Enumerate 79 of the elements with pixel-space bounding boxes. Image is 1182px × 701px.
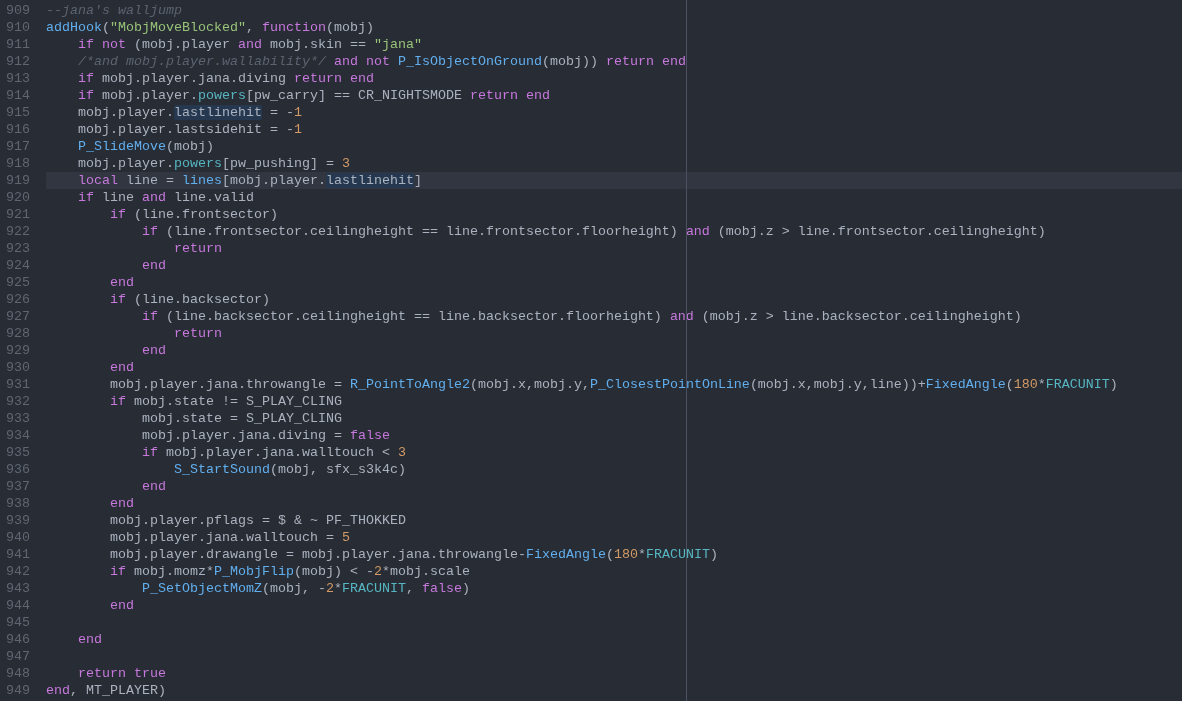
line-number: 914: [5, 87, 31, 104]
line-number: 920: [5, 189, 31, 206]
line-number: 928: [5, 325, 31, 342]
code-line: /*and mobj.player.wallability*/ and not P_IsObjectOnGround(mobj)) return end: [77, 53, 687, 70]
code-line: mobj.player.lastlinehit = -1: [77, 104, 303, 121]
code-line: P_SetObjectMomZ(mobj, -2*FRACUNIT, false): [140, 580, 471, 597]
line-number: 919: [5, 172, 31, 189]
code-line: end: [109, 274, 135, 291]
code-line: if mobj.player.jana.diving return end: [77, 70, 375, 87]
code-line: --jana's walljump: [46, 2, 183, 19]
line-number: 913: [5, 70, 31, 87]
line-number: 942: [5, 563, 31, 580]
line-number: 931: [5, 376, 31, 393]
line-number: 921: [5, 206, 31, 223]
line-number: 943: [5, 580, 31, 597]
line-number: 912: [5, 53, 31, 70]
code-line: mobj.state = S_PLAY_CLING: [140, 410, 343, 427]
line-number: 930: [5, 359, 31, 376]
code-line: mobj.player.drawangle = mobj.player.jana.throwangle-FixedAngle(180*FRACUNIT): [109, 546, 719, 563]
code-line: end: [140, 342, 167, 359]
line-number: 938: [5, 495, 31, 512]
code-line: mobj.player.jana.diving = false: [140, 427, 391, 444]
code-line: end: [109, 495, 135, 512]
code-line: return: [172, 240, 223, 257]
code-line: if not (mobj.player and mobj.skin == "jana": [77, 36, 423, 53]
line-number: 916: [5, 121, 31, 138]
code-line: return: [172, 325, 223, 342]
code-line: if (line.frontsector): [109, 206, 279, 223]
line-number: 910: [5, 19, 31, 36]
line-number: 944: [5, 597, 31, 614]
line-number: 925: [5, 274, 31, 291]
code-line: if mobj.momz*P_MobjFlip(mobj) < -2*mobj.scale: [109, 563, 471, 580]
line-number: 946: [5, 631, 31, 648]
line-number: 937: [5, 478, 31, 495]
code-line: end: [140, 478, 167, 495]
line-number: 940: [5, 529, 31, 546]
line-number: 936: [5, 461, 31, 478]
code-line: mobj.player.pflags = $ & ~ PF_THOKKED: [109, 512, 407, 529]
line-number: 949: [5, 682, 31, 699]
line-number: 941: [5, 546, 31, 563]
line-number: 927: [5, 308, 31, 325]
code-line: if line and line.valid: [77, 189, 255, 206]
code-line: P_SlideMove(mobj): [77, 138, 215, 155]
code-line: if (line.frontsector.ceilingheight == line.frontsector.floorheight) and (mobj.z > line.frontsector.ceilingheight): [140, 223, 1047, 240]
code-line: mobj.player.jana.walltouch = 5: [109, 529, 351, 546]
line-number: 948: [5, 665, 31, 682]
code-line: end, MT_PLAYER): [46, 682, 167, 699]
code-line: end: [77, 631, 103, 648]
code-line: end: [109, 359, 135, 376]
code-line: if mobj.player.jana.walltouch < 3: [140, 444, 407, 461]
line-number: 947: [5, 648, 31, 665]
line-number: 939: [5, 512, 31, 529]
code-line: end: [109, 597, 135, 614]
code-line: addHook("MobjMoveBlocked", function(mobj): [46, 19, 375, 36]
code-line: mobj.player.lastsidehit = -1: [77, 121, 303, 138]
line-number: 935: [5, 444, 31, 461]
line-number: 911: [5, 36, 31, 53]
line-number: 945: [5, 614, 31, 631]
code-line: end: [140, 257, 167, 274]
code-line: if mobj.player.powers[pw_carry] == CR_NIGHTSMODE return end: [77, 87, 551, 104]
line-number: 915: [5, 104, 31, 121]
line-number: 929: [5, 342, 31, 359]
line-number: 926: [5, 291, 31, 308]
code-line: return true: [77, 665, 167, 682]
line-number: 924: [5, 257, 31, 274]
line-number: 922: [5, 223, 31, 240]
code-line: S_StartSound(mobj, sfx_s3k4c): [172, 461, 407, 478]
line-number: 909: [5, 2, 31, 19]
code-line: if (line.backsector.ceilingheight == line.backsector.floorheight) and (mobj.z > line.backsector.ceilingheight): [140, 308, 1023, 325]
line-number: 932: [5, 393, 31, 410]
line-number: 933: [5, 410, 31, 427]
line-number: 934: [5, 427, 31, 444]
code-line: mobj.player.jana.throwangle = R_PointToAngle2(mobj.x,mobj.y,P_ClosestPointOnLine(mobj.x,mobj.y,line))+FixedAngle(180*FRACUNIT): [109, 376, 1119, 393]
code-line: if mobj.state != S_PLAY_CLING: [109, 393, 343, 410]
line-number: 917: [5, 138, 31, 155]
line-number: 923: [5, 240, 31, 257]
code-line: mobj.player.powers[pw_pushing] = 3: [77, 155, 351, 172]
code-line: if (line.backsector): [109, 291, 271, 308]
line-number: 918: [5, 155, 31, 172]
